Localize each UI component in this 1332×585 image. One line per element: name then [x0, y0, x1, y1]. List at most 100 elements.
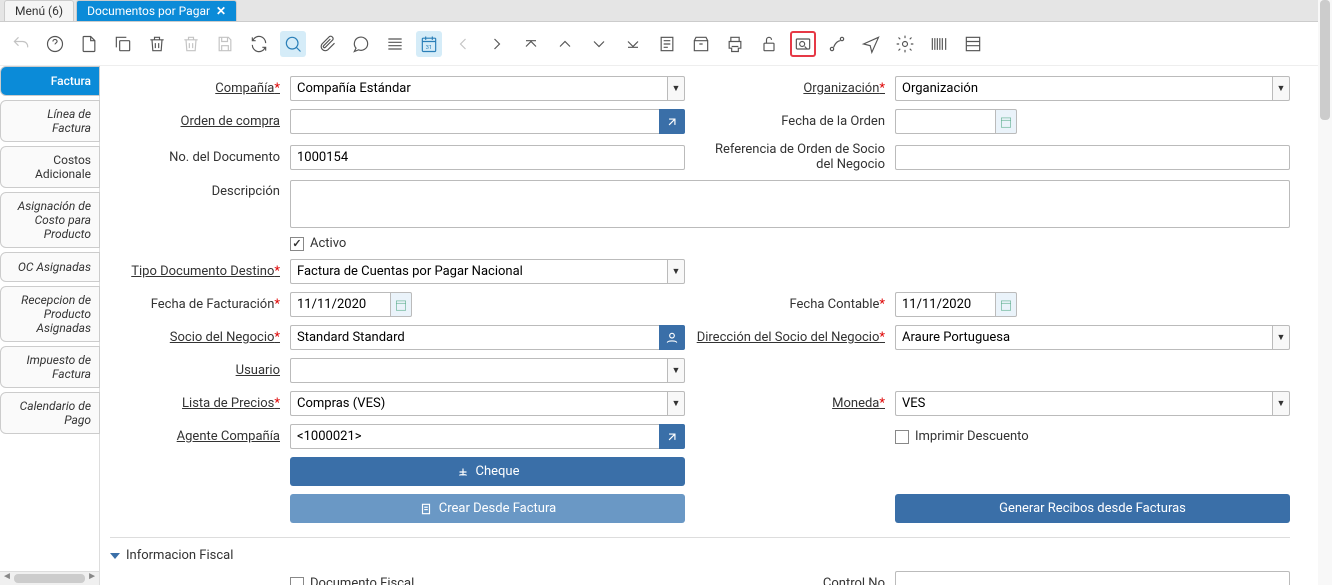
label-control-no: Control No — [695, 576, 885, 585]
prev-button[interactable] — [450, 31, 476, 57]
app-tab-bar: Menú (6) Documentos por Pagar✕ — [0, 0, 1332, 22]
goto-icon[interactable] — [659, 109, 685, 134]
label-socio: Socio del Negocio* — [110, 330, 280, 345]
archive-button[interactable] — [688, 31, 714, 57]
sidebar: Factura Línea de FacturaCostos Adicionale… — [0, 66, 100, 585]
attachment-button[interactable] — [314, 31, 340, 57]
checkbox-imprimir-descuento[interactable]: Imprimir Descuento — [895, 429, 1290, 444]
label-orden-compra: Orden de compra — [110, 114, 280, 129]
input-compania[interactable] — [290, 76, 667, 101]
down-button[interactable] — [586, 31, 612, 57]
button-cheque[interactable]: Cheque — [290, 457, 685, 486]
new-button[interactable] — [76, 31, 102, 57]
label-moneda: Moneda* — [695, 396, 885, 411]
calendar-icon[interactable] — [995, 292, 1017, 317]
check-icon — [895, 430, 909, 444]
next-button[interactable] — [484, 31, 510, 57]
dropdown-icon[interactable]: ▼ — [1272, 76, 1290, 101]
dropdown-icon[interactable]: ▼ — [1272, 391, 1290, 416]
input-ref-socio[interactable] — [895, 145, 1290, 170]
sidebar-item[interactable]: OC Asignadas — [0, 252, 100, 282]
calendar-icon[interactable] — [390, 292, 412, 317]
dropdown-icon[interactable]: ▼ — [667, 259, 685, 284]
input-descripcion[interactable] — [290, 180, 1290, 228]
label-agente: Agente Compañía — [110, 429, 280, 444]
tab-menu[interactable]: Menú (6) — [4, 0, 74, 21]
input-moneda[interactable] — [895, 391, 1272, 416]
label-compania: Compañía* — [110, 81, 280, 96]
checkbox-activo[interactable]: Activo — [290, 236, 685, 251]
lines-button[interactable] — [382, 31, 408, 57]
goto-icon[interactable] — [659, 424, 685, 449]
first-button[interactable] — [518, 31, 544, 57]
input-organizacion[interactable] — [895, 76, 1272, 101]
label-fecha-fact: Fecha de Facturación* — [110, 297, 280, 312]
delete-button[interactable] — [144, 31, 170, 57]
label-usuario: Usuario — [110, 363, 280, 378]
checkbox-doc-fiscal[interactable]: Documento Fiscal — [290, 576, 685, 585]
input-fecha-orden[interactable] — [895, 109, 995, 134]
label-fecha-orden: Fecha de la Orden — [695, 114, 885, 129]
label-fecha-cont: Fecha Contable* — [695, 297, 885, 312]
partner-icon[interactable] — [659, 325, 685, 350]
input-fecha-cont[interactable] — [895, 292, 995, 317]
label-num-doc: No. del Documento — [110, 150, 280, 165]
tab-documentos[interactable]: Documentos por Pagar✕ — [76, 0, 237, 21]
workflow-button[interactable] — [824, 31, 850, 57]
dropdown-icon[interactable]: ▼ — [1272, 325, 1290, 350]
button-crear-desde[interactable]: Crear Desde Factura — [290, 494, 685, 523]
save-button[interactable] — [212, 31, 238, 57]
label-descripcion: Descripción — [110, 180, 280, 199]
sidebar-item[interactable]: Factura — [0, 66, 100, 96]
label-dir-socio: Dirección del Socio del Negocio* — [695, 330, 885, 345]
dropdown-icon[interactable]: ▼ — [667, 76, 685, 101]
svg-text:31: 31 — [426, 45, 433, 51]
print-button[interactable] — [722, 31, 748, 57]
section-info-fiscal[interactable]: Informacion Fiscal — [110, 537, 1290, 563]
input-lista-precios[interactable] — [290, 391, 667, 416]
help-button[interactable] — [42, 31, 68, 57]
vertical-scrollbar[interactable] — [1318, 0, 1332, 585]
sidebar-item[interactable]: Costos Adicionale — [0, 146, 100, 188]
sidebar-scrollbar[interactable] — [0, 571, 99, 585]
zoom-button[interactable] — [790, 31, 816, 57]
label-tipo-doc: Tipo Documento Destino* — [110, 264, 280, 279]
label-organizacion: Organización* — [695, 81, 885, 96]
form-button[interactable] — [960, 31, 986, 57]
sidebar-item[interactable]: Asignación de Costo para Producto — [0, 192, 100, 248]
up-button[interactable] — [552, 31, 578, 57]
last-button[interactable] — [620, 31, 646, 57]
calendar-button[interactable]: 31 — [416, 31, 442, 57]
toolbar: 31 — [0, 22, 1332, 66]
input-socio[interactable] — [290, 325, 659, 350]
input-orden-compra[interactable] — [290, 109, 659, 134]
delete2-button[interactable] — [178, 31, 204, 57]
dropdown-icon[interactable]: ▼ — [667, 391, 685, 416]
sidebar-item[interactable]: Calendario de Pago — [0, 392, 100, 434]
sidebar-item[interactable]: Recepcion de Producto Asignadas — [0, 286, 100, 342]
input-control-no[interactable] — [895, 571, 1290, 585]
button-generar-recibos[interactable]: Generar Recibos desde Facturas — [895, 494, 1290, 523]
input-agente[interactable] — [290, 424, 659, 449]
chat-button[interactable] — [348, 31, 374, 57]
calendar-icon[interactable] — [995, 109, 1017, 134]
send-button[interactable] — [858, 31, 884, 57]
input-num-doc[interactable] — [290, 145, 685, 170]
close-icon[interactable]: ✕ — [216, 4, 226, 18]
input-dir-socio[interactable] — [895, 325, 1272, 350]
undo-button[interactable] — [8, 31, 34, 57]
input-fecha-fact[interactable] — [290, 292, 390, 317]
sidebar-item[interactable]: Impuesto de Factura — [0, 346, 100, 388]
input-tipo-doc[interactable] — [290, 259, 667, 284]
lock-button[interactable] — [756, 31, 782, 57]
input-usuario[interactable] — [290, 358, 667, 383]
sidebar-item[interactable]: Línea de Factura — [0, 100, 100, 142]
refresh-button[interactable] — [246, 31, 272, 57]
label-ref-socio: Referencia de Orden de Socio del Negocio — [695, 142, 885, 172]
gear-icon[interactable] — [892, 31, 918, 57]
copy-button[interactable] — [110, 31, 136, 57]
report-button[interactable] — [654, 31, 680, 57]
dropdown-icon[interactable]: ▼ — [667, 358, 685, 383]
search-button[interactable] — [280, 31, 306, 57]
barcode-button[interactable] — [926, 31, 952, 57]
